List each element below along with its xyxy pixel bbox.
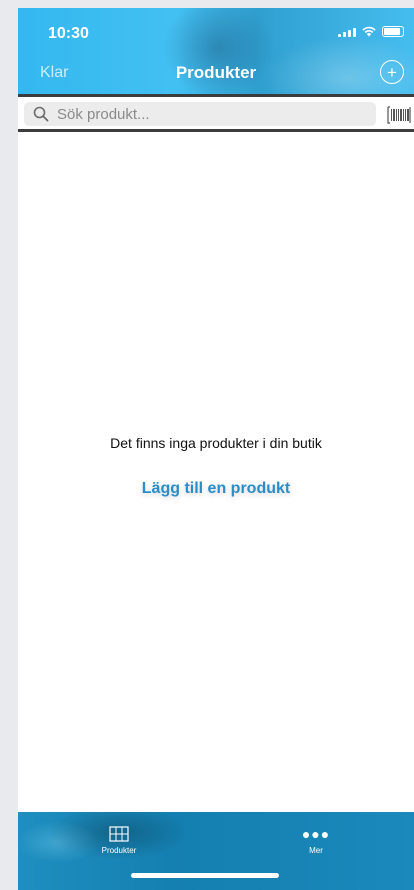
barcode-scanner-icon[interactable] <box>386 105 412 125</box>
add-product-button[interactable]: Lägg till en produkt <box>18 480 414 498</box>
search-field-container[interactable] <box>24 102 376 126</box>
status-time: 10:30 <box>48 25 89 42</box>
wifi-icon <box>362 26 376 37</box>
tab-more[interactable]: ●●● Mer <box>276 826 356 855</box>
search-bar <box>18 94 414 132</box>
grid-icon <box>109 826 129 842</box>
navigation-header: 10:30 Klar Produkter + <box>18 8 414 94</box>
plus-circle-icon[interactable]: + <box>380 60 404 84</box>
search-input[interactable] <box>55 104 359 124</box>
tab-label: Mer <box>309 846 323 855</box>
battery-icon <box>382 26 404 37</box>
tab-products[interactable]: Produkter <box>79 826 159 855</box>
app-screen: 10:30 Klar Produkter + Sök produkt... De… <box>18 8 414 890</box>
ellipsis-icon: ●●● <box>301 826 331 842</box>
tab-label: Produkter <box>101 846 137 855</box>
home-indicator <box>131 873 279 878</box>
empty-state-message: Det finns inga produkter i din butik <box>110 435 322 451</box>
tab-bar: Produkter ●●● Mer <box>18 812 414 890</box>
cellular-signal-icon <box>338 28 356 37</box>
search-icon <box>33 106 49 122</box>
page-title: Produkter <box>175 63 257 82</box>
status-icons <box>338 26 404 37</box>
